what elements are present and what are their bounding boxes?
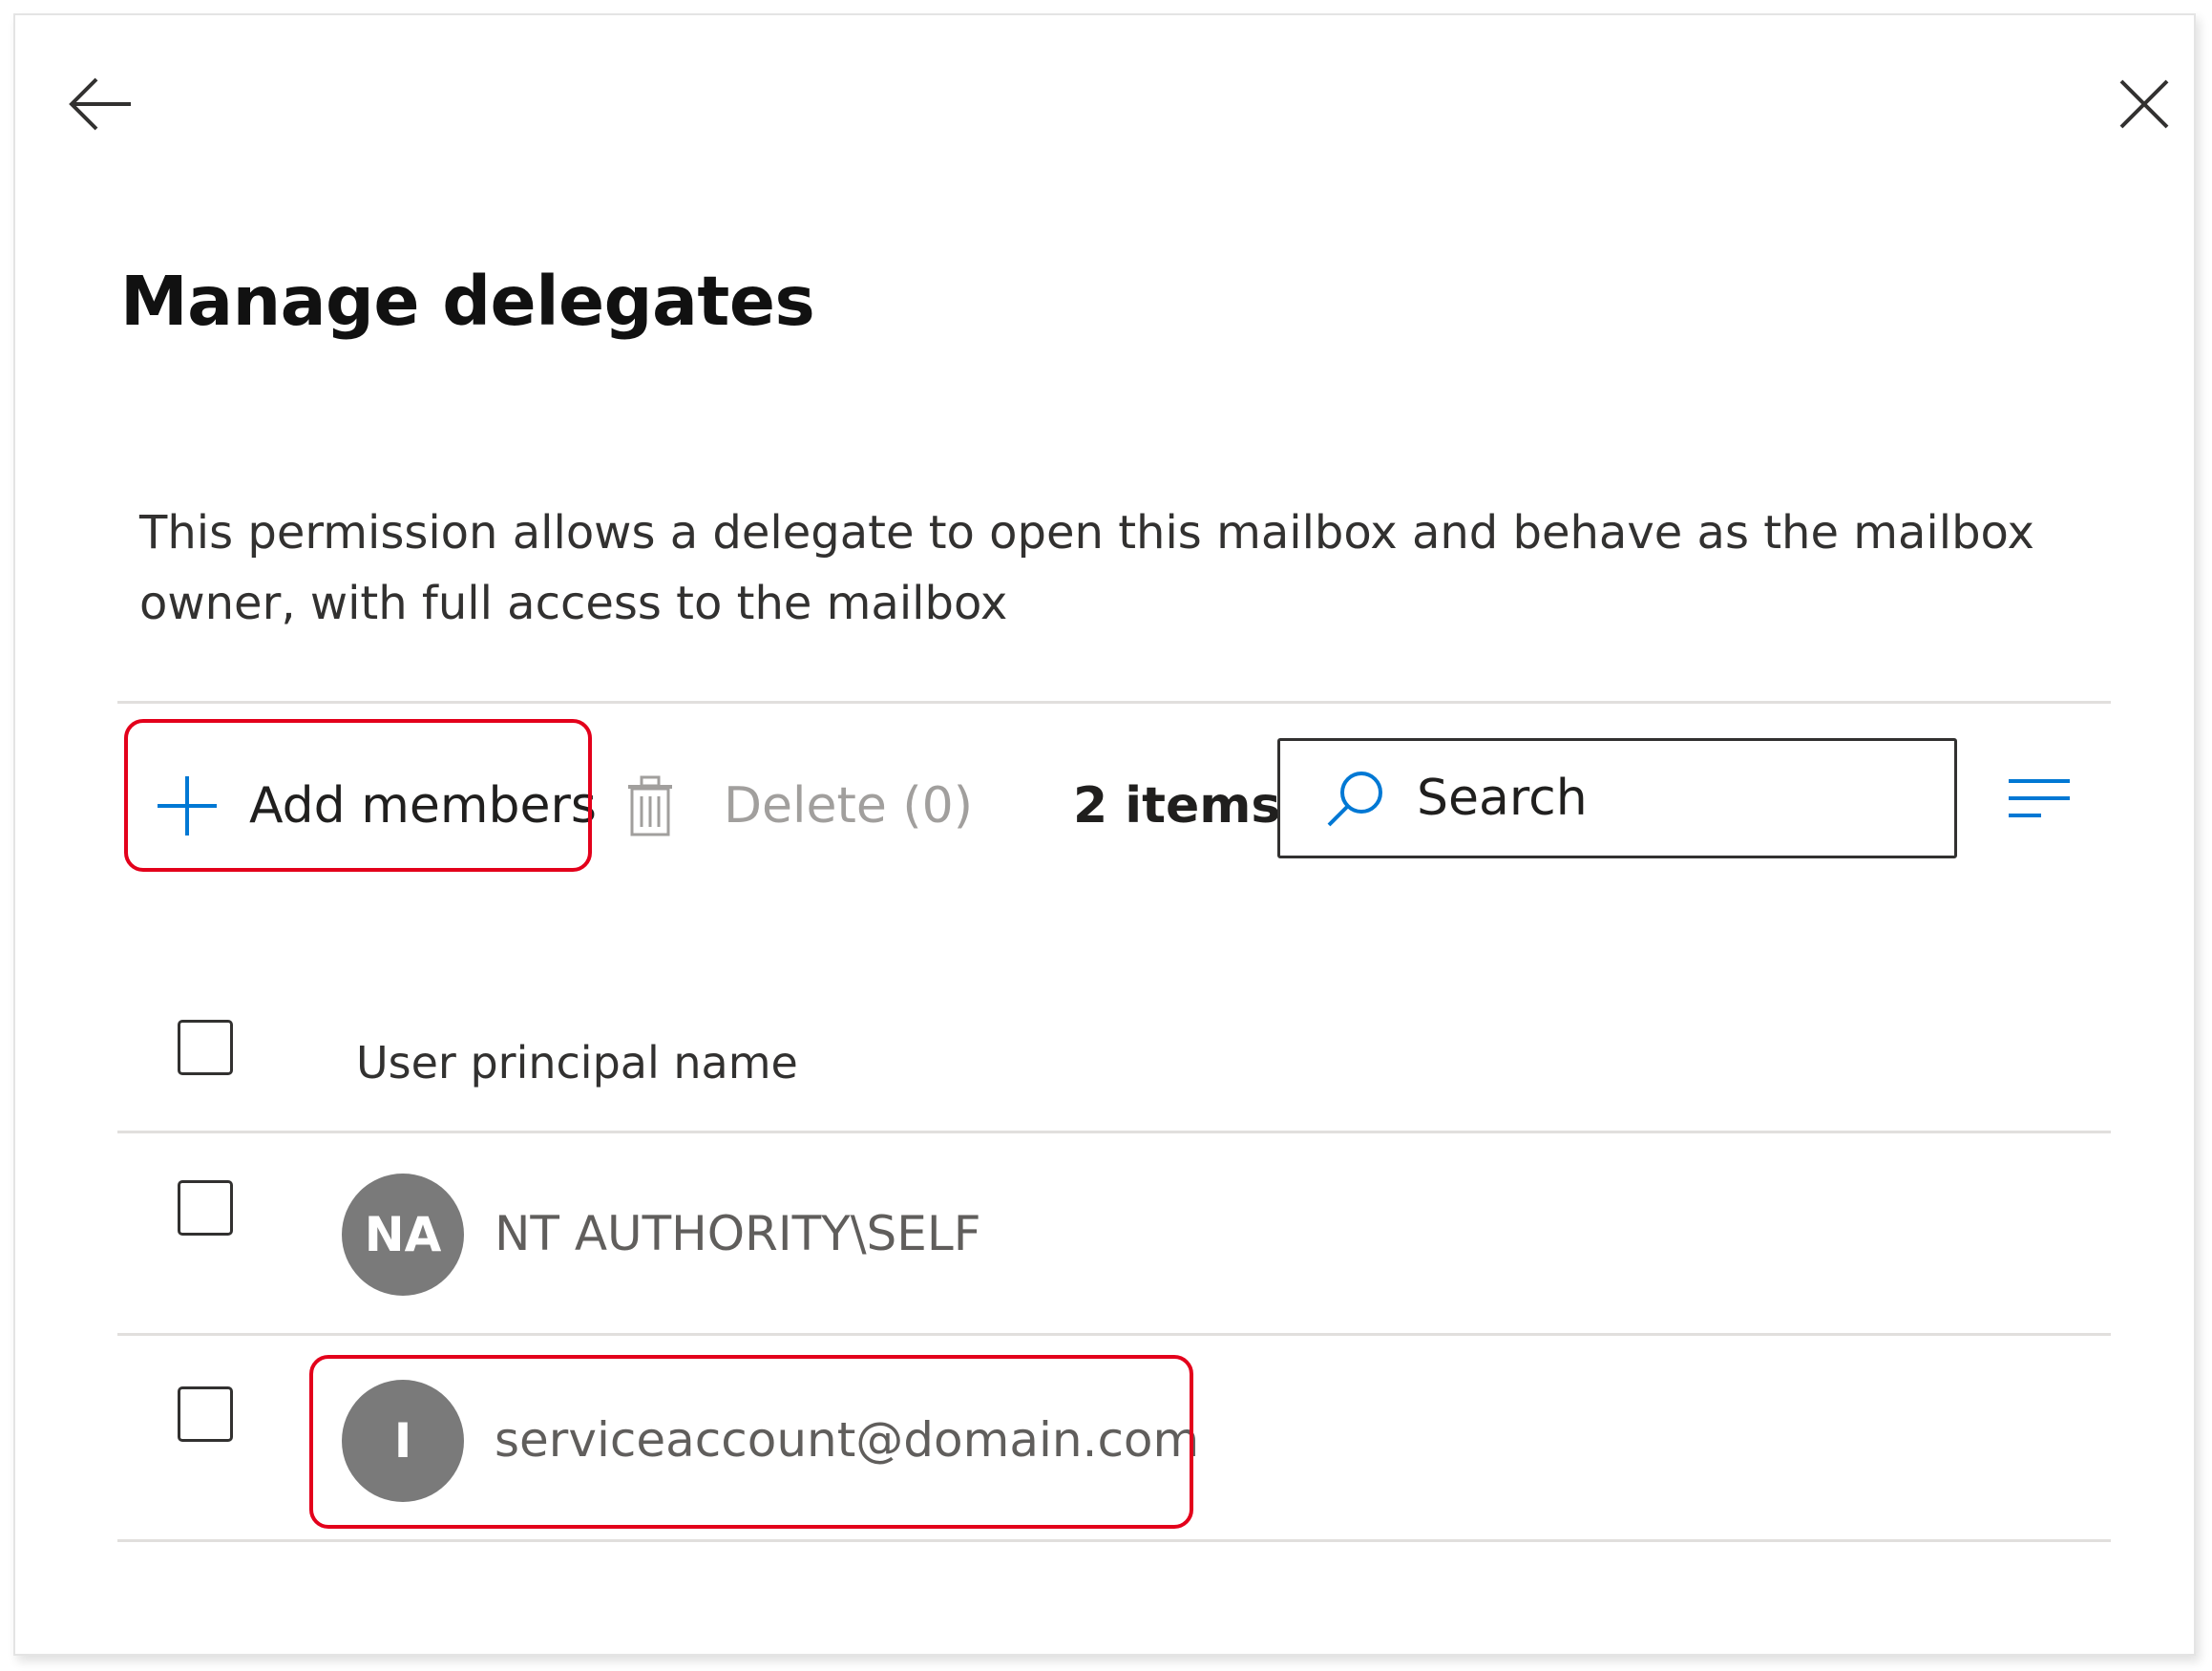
header-divider — [117, 1131, 2111, 1133]
row-divider — [117, 1333, 2111, 1336]
trash-icon — [628, 775, 672, 836]
row-divider — [117, 1539, 2111, 1542]
permission-description: This permission allows a delegate to ope… — [139, 506, 2034, 630]
manage-delegates-panel: Manage delegates This permission allows … — [13, 13, 2196, 1656]
add-members-button[interactable]: Add members — [154, 763, 597, 849]
close-button[interactable] — [2096, 61, 2192, 147]
search-placeholder: Search — [1417, 770, 1588, 827]
toolbar-divider — [117, 701, 2111, 704]
avatar: NA — [342, 1174, 464, 1296]
search-icon — [1327, 772, 1382, 827]
add-members-label: Add members — [249, 777, 597, 835]
column-header-upn[interactable]: User principal name — [356, 1037, 798, 1089]
user-principal-name: serviceaccount@domain.com — [495, 1412, 1200, 1468]
sort-lines-icon — [2009, 779, 2070, 817]
close-icon — [2119, 79, 2169, 129]
items-count: 2 items — [1073, 777, 1281, 835]
plus-icon — [158, 776, 217, 836]
page-title: Manage delegates — [120, 262, 815, 341]
search-input[interactable]: Search — [1277, 738, 1957, 858]
user-principal-name: NT AUTHORITY\SELF — [495, 1206, 981, 1261]
row-checkbox[interactable] — [178, 1386, 233, 1442]
row-checkbox[interactable] — [178, 1180, 233, 1236]
avatar: I — [342, 1380, 464, 1502]
select-all-checkbox[interactable] — [178, 1020, 233, 1075]
delete-label: Delete (0) — [724, 777, 974, 835]
arrow-left-icon — [69, 77, 131, 131]
delete-button[interactable]: Delete (0) — [626, 763, 973, 849]
back-button[interactable] — [53, 61, 149, 147]
sort-filter-button[interactable] — [2001, 760, 2077, 836]
